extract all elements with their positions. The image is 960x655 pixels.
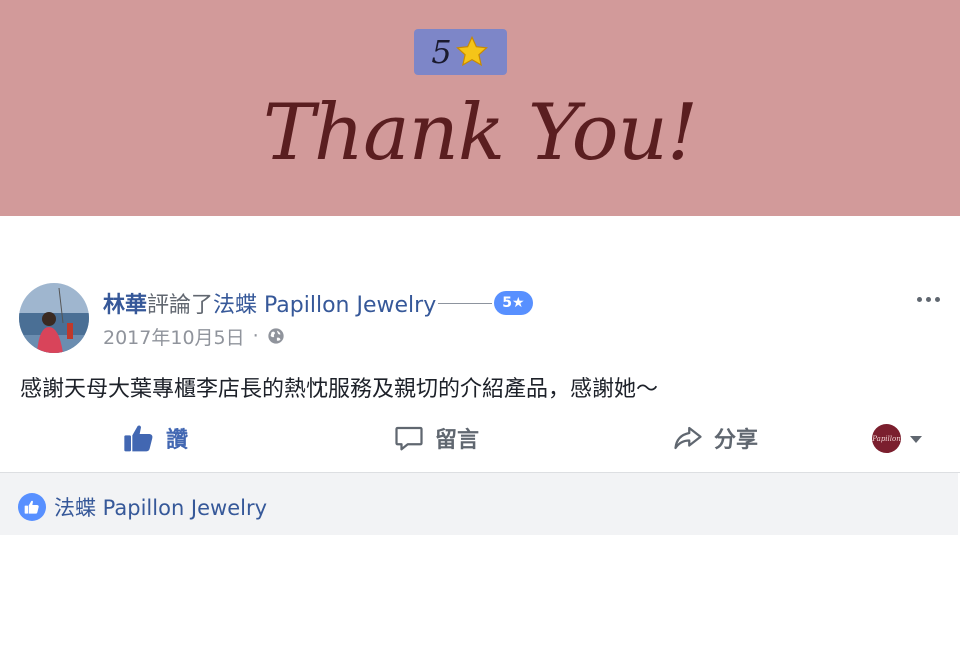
likes-summary: 法蝶 Papillon Jewelry [0,473,958,535]
meta-separator: · [252,325,259,347]
share-button[interactable]: 分享 [672,416,758,460]
review-post: 林華 評論了 法蝶 Papillon Jewelry 5★ 2017年10月5日… [0,216,960,655]
chevron-down-icon [910,435,922,443]
star-icon [455,35,488,67]
rating-badge: 5 [414,29,507,75]
post-header: 林華 評論了 法蝶 Papillon Jewelry 5★ [103,288,533,318]
page-switcher[interactable]: Papillon [872,424,923,453]
globe-icon [268,328,284,344]
post-body: 感謝天母大葉專櫃李店長的熱忱服務及親切的介紹產品，感謝她～ [20,377,659,402]
author-avatar[interactable] [19,283,89,353]
post-meta: 2017年10月5日 · [103,322,285,350]
share-label: 分享 [714,428,759,453]
comment-icon [395,426,423,451]
share-icon [674,426,702,450]
like-label: 讚 [166,428,189,453]
thumbs-up-icon [124,425,153,452]
page-link[interactable]: 法蝶 Papillon Jewelry [213,287,436,319]
thank-you-text: Thank You! [262,88,698,178]
like-button[interactable]: 讚 [122,416,188,460]
liker-name[interactable]: 法蝶 Papillon Jewelry [54,492,267,522]
like-reaction-icon [18,493,46,521]
post-date[interactable]: 2017年10月5日 [103,323,245,350]
page-avatar: Papillon [872,424,901,453]
comment-label: 留言 [435,428,480,453]
comment-button[interactable]: 留言 [393,416,479,460]
rating-pill: 5★ [494,291,533,315]
action-bar: 讚 留言 分享 [0,416,960,460]
thank-you-banner: 5 Thank You! [0,0,960,216]
likes-row[interactable]: 法蝶 Papillon Jewelry [18,492,267,522]
more-options-icon[interactable] [917,294,945,304]
action-text: 評論了 [147,293,214,318]
author-name[interactable]: 林華 [103,287,147,319]
rating-value: 5 [431,33,452,71]
rating-connector-line [438,302,493,304]
